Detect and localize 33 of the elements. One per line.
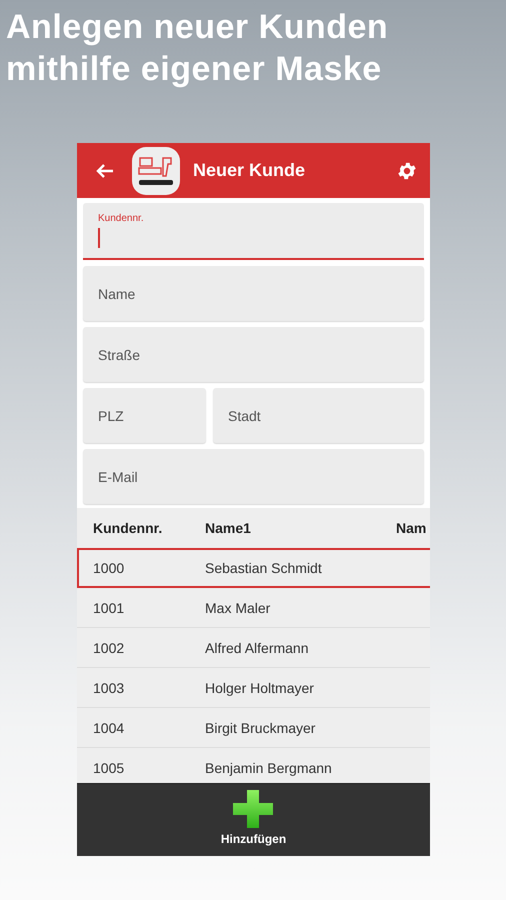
input-field[interactable]: Straße (83, 327, 424, 382)
table-row[interactable]: 1001 Max Maler (77, 588, 430, 628)
headline: mithilfe eigener Maske (6, 49, 383, 90)
table-cell: Max Maler (205, 600, 270, 616)
table-cell: Alfred Alfermann (205, 640, 308, 656)
table-row[interactable]: 1003 Holger Holtmayer (77, 668, 430, 708)
table-row[interactable]: 1004 Birgit Bruckmayer (77, 708, 430, 748)
input-field[interactable]: E-Mail (83, 449, 424, 504)
table-cell: 1005 (93, 760, 124, 776)
input-field[interactable]: Stadt (213, 388, 424, 443)
headline: Anlegen neuer Kunden (6, 7, 390, 48)
back-arrow-icon[interactable] (95, 162, 115, 178)
table-cell: Benjamin Bergmann (205, 760, 332, 776)
table-cell: 1004 (93, 720, 124, 736)
table-cell: Holger Holtmayer (205, 680, 314, 696)
table-cell: 1003 (93, 680, 124, 696)
column-header: Nam (396, 520, 426, 536)
table-cell: Birgit Bruckmayer (205, 720, 316, 736)
table-cell: 1002 (93, 640, 124, 656)
table-cell: Sebastian Schmidt (205, 560, 322, 576)
app-title: Neuer Kunde (193, 160, 306, 181)
input-field[interactable]: Name (83, 266, 424, 321)
table-row[interactable]: 1000 Sebastian Schmidt (77, 548, 430, 588)
table-row[interactable]: 1002 Alfred Alfermann (77, 628, 430, 668)
table-cell: 1000 (93, 560, 124, 576)
plus-icon (231, 788, 276, 830)
add-button[interactable]: Hinzufügen (220, 784, 286, 856)
input-field[interactable]: PLZ (83, 388, 206, 443)
table-cell: 1001 (93, 600, 124, 616)
column-header: Name1 (205, 520, 251, 536)
input-field[interactable]: Kundennr. (83, 203, 424, 260)
column-header: Kundennr. (93, 520, 162, 536)
logo-icon (131, 146, 181, 196)
